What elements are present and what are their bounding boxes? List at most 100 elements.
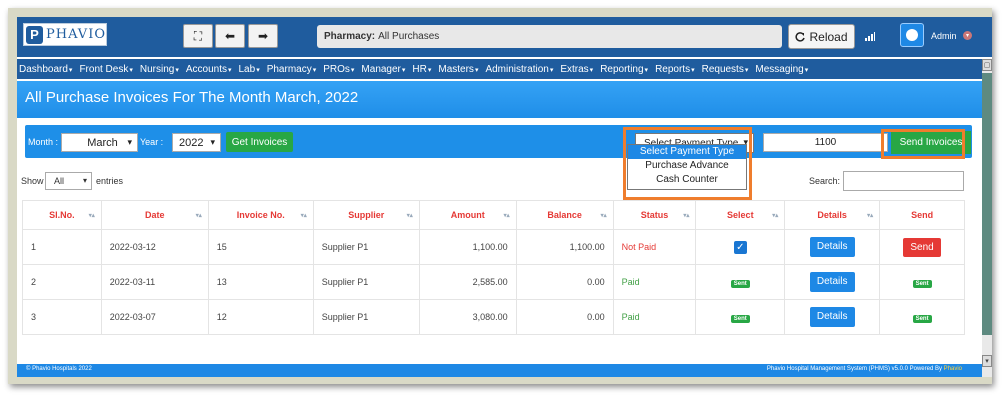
- select-checkbox[interactable]: ✓: [733, 240, 747, 254]
- reload-button[interactable]: Reload: [788, 24, 855, 49]
- scroll-up-icon[interactable]: ▢: [982, 59, 992, 71]
- caret-down-icon: ▾: [589, 66, 594, 74]
- entries-select[interactable]: All ▾: [45, 172, 92, 190]
- table-row: 1 2022-03-12 15 Supplier P1 1,100.00 1,100.00…: [22, 229, 965, 265]
- nav-item-dashboard[interactable]: Dashboard▾: [19, 64, 72, 75]
- sent-badge: Sent: [730, 314, 750, 323]
- column-header-supplier[interactable]: Supplier ▾▴: [312, 200, 420, 230]
- cell-details: Details: [784, 264, 881, 300]
- search-input[interactable]: [843, 171, 964, 191]
- nav-item-masters[interactable]: Masters▾: [438, 64, 478, 75]
- sort-icon: ▾▴: [867, 213, 874, 219]
- cell-amount: 3,080.00: [418, 299, 517, 335]
- nav-item-reports[interactable]: Reports▾: [655, 64, 695, 75]
- cell-select: Sent: [695, 264, 786, 300]
- caret-down-icon: ▾: [175, 66, 179, 74]
- nav-item-requests[interactable]: Requests▾: [702, 64, 749, 75]
- sort-icon: ▾▴: [300, 213, 307, 219]
- column-header-select[interactable]: Select ▾▴: [695, 200, 786, 230]
- column-header-label: Status: [640, 210, 669, 220]
- column-header-label: Supplier: [348, 210, 385, 220]
- nav-item-accounts[interactable]: Accounts▾: [186, 64, 232, 75]
- nav-item-lab[interactable]: Lab▾: [239, 64, 260, 75]
- nav-item-label: PROs: [323, 63, 350, 75]
- caret-down-icon: ▾: [474, 66, 479, 74]
- chevron-down-icon: ▾: [127, 137, 132, 147]
- entries-value: All: [54, 176, 65, 186]
- sort-icon: ▾▴: [772, 213, 779, 219]
- app-window: P PHAVIO ⛶ ⬅ ➡ Pharmacy: All Purchases R…: [17, 17, 992, 377]
- column-header-label: Amount: [450, 210, 485, 220]
- footer-credit: Phavio Hospital Management System (PHMS)…: [767, 366, 962, 372]
- column-header-details[interactable]: Details ▾▴: [784, 200, 881, 230]
- nav-item-hr[interactable]: HR▾: [412, 64, 431, 75]
- cell-details: Details: [784, 229, 881, 265]
- send-button[interactable]: Send: [903, 237, 942, 257]
- column-header-amount[interactable]: Amount ▾▴: [418, 200, 517, 230]
- footer-copyright: © Phavio Hospitals 2022: [26, 366, 92, 372]
- caret-down-icon: ▾: [68, 66, 73, 74]
- logo-mark: P: [26, 25, 43, 44]
- details-button[interactable]: Details: [809, 307, 855, 327]
- show-label: Show: [21, 176, 44, 186]
- nav-item-label: Requests: [701, 63, 744, 75]
- column-header-status[interactable]: Status ▾▴: [612, 200, 697, 230]
- cell-date: 2022-03-11: [100, 264, 209, 300]
- table-header-row: Sl.No. ▾▴ Date ▾▴ Invoice No. ▾▴ Supplier ▾▴ Amo…: [22, 200, 965, 230]
- status-badge: Paid: [612, 264, 697, 300]
- year-select[interactable]: 2022 ▾: [172, 133, 221, 152]
- breadcrumb-module: Pharmacy:: [324, 31, 376, 42]
- back-button[interactable]: ⬅: [215, 24, 245, 48]
- details-button[interactable]: Details: [809, 237, 855, 257]
- nav-item-administration[interactable]: Administration▾: [485, 64, 553, 75]
- page-title: All Purchase Invoices For The Month Marc…: [25, 89, 359, 106]
- app-logo[interactable]: P PHAVIO: [23, 23, 107, 46]
- user-name[interactable]: Admin: [931, 31, 957, 41]
- column-header-label: Details: [817, 210, 847, 220]
- nav-item-manager[interactable]: Manager▾: [361, 64, 405, 75]
- cell-sl-no: 2: [22, 264, 102, 300]
- sort-icon: ▾▴: [683, 213, 690, 219]
- month-select[interactable]: March ▾: [61, 133, 138, 152]
- cell-amount: 1,100.00: [418, 229, 517, 265]
- footer-brand[interactable]: Phavio: [944, 366, 962, 372]
- nav-item-front-desk[interactable]: Front Desk▾: [79, 64, 132, 75]
- chevron-down-icon: ▾: [210, 137, 215, 147]
- column-header-sl-no[interactable]: Sl.No. ▾▴: [22, 200, 102, 230]
- sort-icon: ▾▴: [406, 213, 413, 219]
- forward-button[interactable]: ➡: [248, 24, 278, 48]
- top-header: P PHAVIO ⛶ ⬅ ➡ Pharmacy: All Purchases R…: [17, 17, 992, 57]
- scrollbar-thumb[interactable]: [982, 73, 992, 335]
- sort-icon: ▾▴: [88, 213, 95, 219]
- column-header-invoice-no[interactable]: Invoice No. ▾▴: [207, 200, 314, 230]
- avatar[interactable]: [900, 23, 924, 47]
- column-header-send[interactable]: Send: [879, 200, 965, 230]
- arrow-right-icon: ➡: [257, 29, 269, 43]
- payment-option-cash-counter[interactable]: Cash Counter: [628, 173, 746, 187]
- payment-option-select[interactable]: Select Payment Type: [628, 145, 746, 159]
- nav-item-pros[interactable]: PROs▾: [323, 64, 354, 75]
- chevron-down-icon[interactable]: ▾: [963, 31, 972, 40]
- scroll-down-icon[interactable]: ▾: [982, 355, 992, 367]
- fullscreen-button[interactable]: ⛶: [183, 24, 213, 48]
- get-invoices-button[interactable]: Get Invoices: [226, 132, 293, 152]
- year-value: 2022: [179, 136, 204, 149]
- month-value: March: [87, 136, 118, 149]
- nav-item-label: Masters: [438, 63, 474, 75]
- payment-option-purchase-advance[interactable]: Purchase Advance: [628, 159, 746, 173]
- amount-input[interactable]: 1100: [763, 133, 888, 152]
- scrollbar[interactable]: ▢ ▾: [982, 59, 992, 377]
- nav-item-reporting[interactable]: Reporting▾: [600, 64, 648, 75]
- nav-item-extras[interactable]: Extras▾: [560, 64, 593, 75]
- reload-label: Reload: [809, 29, 848, 44]
- nav-item-messaging[interactable]: Messaging▾: [755, 64, 808, 75]
- details-button[interactable]: Details: [809, 272, 855, 292]
- column-header-date[interactable]: Date ▾▴: [100, 200, 209, 230]
- user-icon: [906, 29, 918, 41]
- nav-item-nursing[interactable]: Nursing▾: [140, 64, 179, 75]
- payment-type-dropdown: Select Payment Type Purchase Advance Cas…: [627, 144, 747, 190]
- nav-item-pharmacy[interactable]: Pharmacy▾: [267, 64, 317, 75]
- breadcrumb-page: All Purchases: [378, 31, 440, 42]
- column-header-balance[interactable]: Balance ▾▴: [515, 200, 614, 230]
- expand-icon: ⛶: [193, 28, 203, 43]
